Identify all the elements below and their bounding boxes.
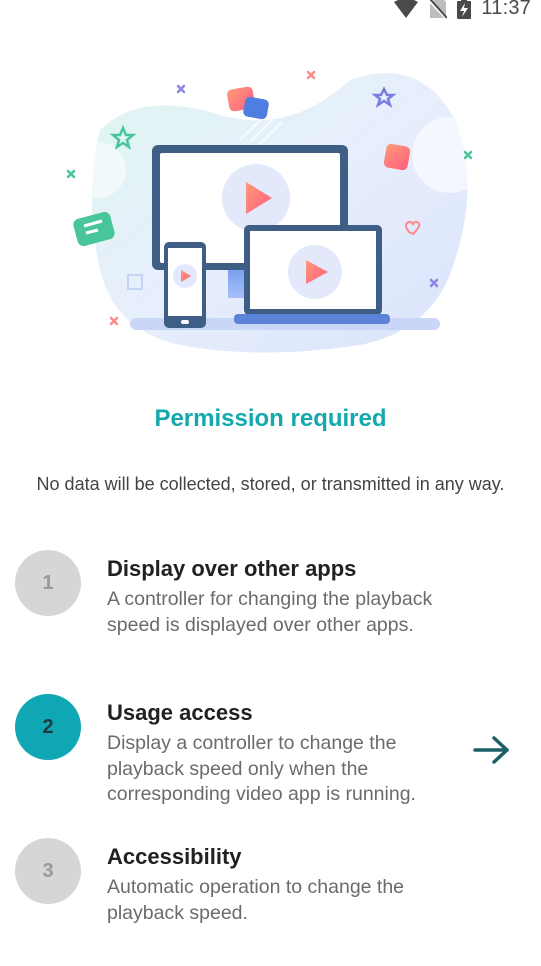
- step-number-badge: 2: [15, 694, 81, 760]
- step-description: Automatic operation to change the playba…: [107, 876, 405, 924]
- step-title: Usage access: [107, 700, 253, 725]
- step-display-over-apps[interactable]: 1 Display over other apps A controller f…: [0, 550, 541, 670]
- step-title: Accessibility: [107, 844, 242, 869]
- step-usage-access[interactable]: 2 Usage access Display a controller to c…: [0, 694, 541, 814]
- page-title: Permission required: [154, 405, 387, 432]
- step-number-badge: 1: [15, 550, 81, 616]
- battery-charging-icon: [457, 0, 472, 19]
- step-number-badge: 3: [15, 838, 81, 904]
- devices-video-illustration: [66, 70, 480, 353]
- step-description: Display a controller to change the playb…: [107, 732, 416, 805]
- wifi-icon: [394, 0, 419, 18]
- step-description: A controller for changing the playback s…: [107, 588, 433, 636]
- step-title: Display over other apps: [107, 556, 357, 581]
- no-sim-icon: [429, 0, 448, 19]
- status-bar: 11:37: [0, 0, 541, 22]
- arrow-right-icon[interactable]: [473, 735, 511, 765]
- status-icons: 11:37: [393, 0, 531, 20]
- status-time: 11:37: [481, 0, 531, 19]
- permission-screen: 11:37 Permission required No data will b…: [0, 0, 541, 966]
- step-accessibility[interactable]: 3 Accessibility Automatic operation to c…: [0, 838, 541, 938]
- privacy-notice: No data will be collected, stored, or tr…: [36, 474, 505, 494]
